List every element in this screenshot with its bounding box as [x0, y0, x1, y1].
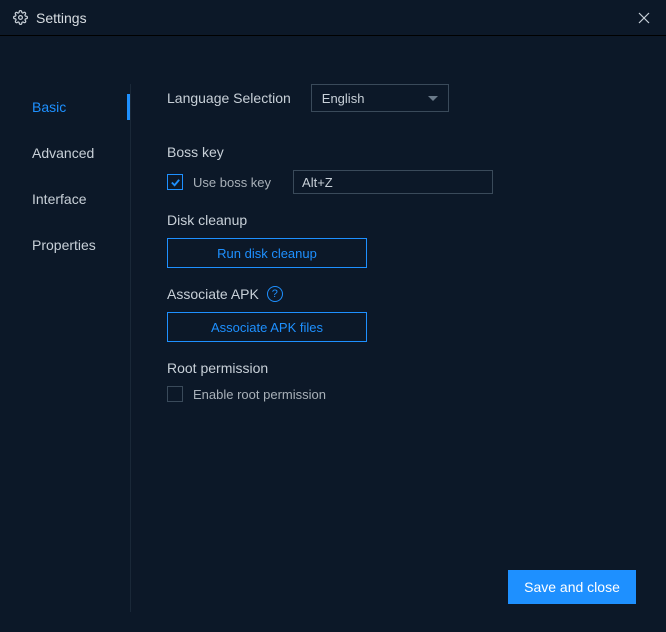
- sidebar-item-label: Basic: [32, 99, 66, 115]
- apk-header: Associate APK: [167, 286, 259, 302]
- sidebar-item-label: Advanced: [32, 145, 94, 161]
- sidebar: Basic Advanced Interface Properties: [0, 36, 130, 632]
- window-title: Settings: [36, 10, 87, 26]
- button-label: Run disk cleanup: [217, 246, 317, 261]
- bosskey-header: Boss key: [167, 144, 636, 160]
- bosskey-checkbox-label: Use boss key: [193, 175, 271, 190]
- gear-icon: [12, 10, 28, 26]
- button-label: Save and close: [524, 579, 620, 595]
- language-value: English: [322, 91, 428, 106]
- language-label: Language Selection: [167, 90, 291, 106]
- save-and-close-button[interactable]: Save and close: [508, 570, 636, 604]
- disk-header: Disk cleanup: [167, 212, 636, 228]
- root-checkbox[interactable]: [167, 386, 183, 402]
- bosskey-checkbox[interactable]: [167, 174, 183, 190]
- sidebar-item-properties[interactable]: Properties: [0, 222, 130, 268]
- help-icon[interactable]: ?: [267, 286, 283, 302]
- sidebar-item-basic[interactable]: Basic: [0, 84, 130, 130]
- main-panel: Language Selection English Boss key Use …: [131, 36, 666, 632]
- associate-apk-button[interactable]: Associate APK files: [167, 312, 367, 342]
- root-checkbox-label: Enable root permission: [193, 387, 326, 402]
- root-header: Root permission: [167, 360, 636, 376]
- titlebar: Settings: [0, 0, 666, 36]
- run-disk-cleanup-button[interactable]: Run disk cleanup: [167, 238, 367, 268]
- sidebar-item-advanced[interactable]: Advanced: [0, 130, 130, 176]
- sidebar-item-interface[interactable]: Interface: [0, 176, 130, 222]
- chevron-down-icon: [428, 96, 438, 101]
- sidebar-item-label: Interface: [32, 191, 86, 207]
- sidebar-item-label: Properties: [32, 237, 96, 253]
- bosskey-shortcut-input[interactable]: [293, 170, 493, 194]
- language-select[interactable]: English: [311, 84, 449, 112]
- close-icon[interactable]: [634, 8, 654, 28]
- button-label: Associate APK files: [211, 320, 323, 335]
